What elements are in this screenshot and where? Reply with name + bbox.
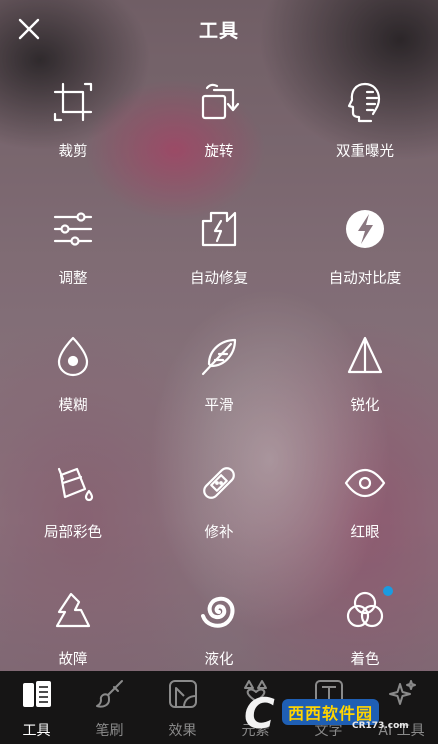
auto-contrast-icon [343,207,387,251]
watermark-site: CR173.com [352,721,409,731]
tool-adjust[interactable]: 调整 [0,197,146,324]
tool-label: 调整 [58,271,88,287]
tool-label: 双重曝光 [336,144,394,160]
bandage-icon [197,461,241,505]
smooth-feather-icon [197,334,241,378]
rotate-icon [197,80,241,124]
tool-label: 自动对比度 [328,271,402,287]
tool-double-exposure[interactable]: 双重曝光 [292,70,438,197]
auto-fix-icon [197,207,241,251]
tab-label: 工具 [22,723,51,739]
tools-grid: 裁剪 旋转 双重曝光 调整 自动修复 自动对比度 模糊 平滑 锐化 局部彩色 修… [0,70,438,705]
sharpen-icon [343,334,387,378]
tool-label: 液化 [204,652,234,668]
tab-label: 笔刷 [95,723,124,739]
tool-crop[interactable]: 裁剪 [0,70,146,197]
tab-effects[interactable]: 效果 [146,671,219,744]
tool-label: 锐化 [350,398,380,414]
watermark-logo-letter: C [244,689,275,738]
tool-label: 修补 [204,525,234,541]
tool-heal[interactable]: 修补 [146,451,292,578]
tool-blur[interactable]: 模糊 [0,324,146,451]
paint-bucket-icon [51,461,95,505]
color-circles-icon [343,588,387,632]
tool-label: 局部彩色 [44,525,102,541]
double-exposure-icon [343,80,387,124]
tool-red-eye[interactable]: 红眼 [292,451,438,578]
tool-auto-fix[interactable]: 自动修复 [146,197,292,324]
eye-icon [343,461,387,505]
liquify-swirl-icon [197,588,241,632]
top-bar: 工具 [0,0,438,58]
tool-auto-contrast[interactable]: 自动对比度 [292,197,438,324]
tab-brush[interactable]: 笔刷 [73,671,146,744]
adjust-sliders-icon [51,207,95,251]
tool-label: 裁剪 [58,144,88,160]
tool-label: 自动修复 [190,271,248,287]
glitch-icon [51,588,95,632]
tool-color-splash[interactable]: 局部彩色 [0,451,146,578]
tool-label: 红眼 [350,525,380,541]
tool-rotate[interactable]: 旋转 [146,70,292,197]
tool-label: 模糊 [58,398,88,414]
page-title: 工具 [198,20,239,42]
tool-label: 故障 [58,652,88,668]
tab-tools[interactable]: 工具 [0,671,73,744]
brush-icon [94,678,126,710]
tools-icon [21,678,53,710]
tool-label: 旋转 [204,144,234,160]
crop-icon [51,80,95,124]
tool-smooth[interactable]: 平滑 [146,324,292,451]
tab-label: 效果 [168,723,197,739]
tool-label: 平滑 [204,398,234,414]
blur-icon [51,334,95,378]
site-watermark: C 西西软件园 CR173.com [244,690,424,738]
effects-icon [167,678,199,710]
tool-sharpen[interactable]: 锐化 [292,324,438,451]
tool-label: 着色 [350,652,380,668]
